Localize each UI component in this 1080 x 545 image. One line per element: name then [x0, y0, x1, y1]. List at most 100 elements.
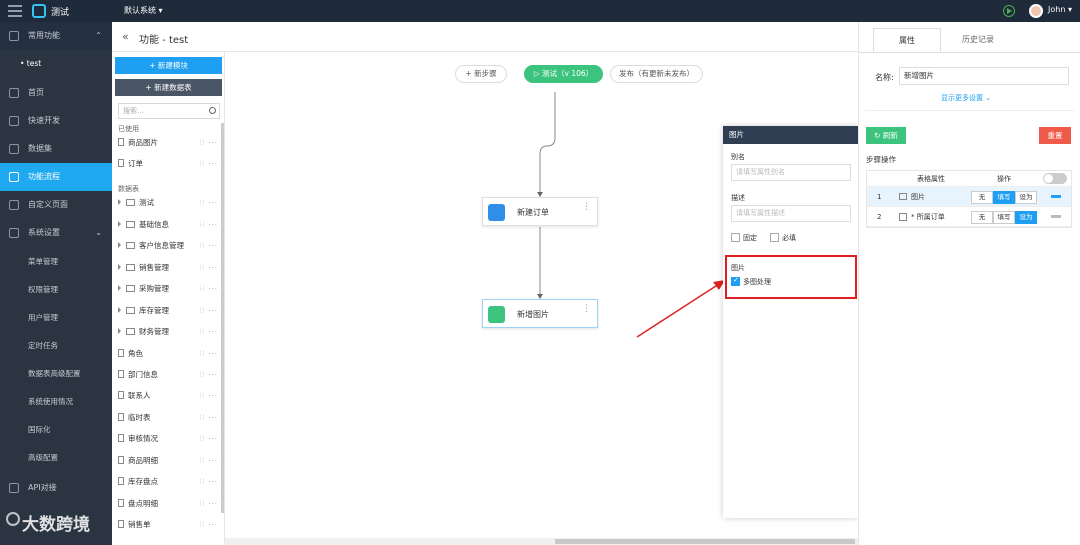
folder-item[interactable]: 采购管理 ⫶⫶ ···: [118, 280, 218, 298]
list-item-label: 商品图片: [128, 138, 158, 147]
list-item[interactable]: 临时表 ⫶⫶ ···: [118, 409, 218, 427]
folder-item[interactable]: 客户信息管理 ⫶⫶ ···: [118, 237, 218, 255]
sidebar-item-dataset[interactable]: 数据集: [0, 135, 112, 163]
file-icon: [118, 520, 124, 528]
folder-label: 客户信息管理: [139, 241, 184, 250]
user-menu[interactable]: John ▾: [1048, 5, 1072, 14]
item-actions[interactable]: ⫶⫶ ···: [200, 409, 218, 427]
play-icon[interactable]: [1003, 5, 1015, 17]
item-actions[interactable]: ⫶⫶ ···: [200, 302, 218, 320]
reset-button[interactable]: 重置: [1039, 127, 1071, 144]
drag-handle-icon[interactable]: [1051, 195, 1061, 198]
list-item[interactable]: 销售单 ⫶⫶ ···: [118, 516, 218, 534]
list-item[interactable]: 商品明细 ⫶⫶ ···: [118, 452, 218, 470]
panel-scrollbar[interactable]: [221, 123, 224, 513]
search-input[interactable]: 搜索...: [118, 103, 220, 119]
op-set[interactable]: 设为: [1015, 211, 1037, 224]
op-fill[interactable]: 填写: [993, 211, 1015, 224]
list-item[interactable]: 商品图片 ⫶⫶ ···: [118, 134, 218, 152]
sidebar-sub-i18n[interactable]: 国际化: [0, 416, 112, 444]
op-none[interactable]: 无: [971, 211, 993, 224]
item-actions[interactable]: ⫶⫶ ···: [200, 237, 218, 255]
folder-item[interactable]: 测试 ⫶⫶ ···: [118, 194, 218, 212]
sidebar-sub-usage[interactable]: 系统使用情况: [0, 388, 112, 416]
back-button[interactable]: «: [122, 30, 129, 43]
item-actions[interactable]: ⫶⫶ ···: [200, 366, 218, 384]
item-actions[interactable]: ⫶⫶ ···: [200, 134, 218, 152]
step-toggle[interactable]: [1043, 173, 1067, 184]
item-actions[interactable]: ⫶⫶ ···: [200, 495, 218, 513]
list-item[interactable]: 角色 ⫶⫶ ···: [118, 345, 218, 363]
list-item[interactable]: 部门信息 ⫶⫶ ···: [118, 366, 218, 384]
sidebar-sub-table-config[interactable]: 数据表高级配置: [0, 360, 112, 388]
menu-toggle-icon[interactable]: [8, 5, 22, 17]
popover-title: 图片: [723, 126, 858, 144]
list-item[interactable]: 盘点明细 ⫶⫶ ···: [118, 495, 218, 513]
sidebar-item-quick-dev[interactable]: 快速开发: [0, 107, 112, 135]
item-actions[interactable]: ⫶⫶ ···: [200, 452, 218, 470]
sidebar-item-test[interactable]: • test: [0, 50, 112, 78]
show-more-link[interactable]: 显示更多设置 ⌄: [941, 93, 991, 103]
op-set[interactable]: 设为: [1015, 191, 1037, 204]
tab-properties[interactable]: 属性: [873, 28, 941, 52]
file-icon: [118, 370, 124, 378]
sidebar-item-custom-page[interactable]: 自定义页面: [0, 191, 112, 219]
sidebar-sub-permission[interactable]: 权限管理: [0, 276, 112, 304]
sidebar-item-home[interactable]: 首页: [0, 79, 112, 107]
fixed-checkbox[interactable]: [731, 233, 740, 242]
item-actions[interactable]: ⫶⫶ ···: [200, 345, 218, 363]
sidebar-item-api[interactable]: API对接: [0, 474, 112, 502]
file-icon: [118, 499, 124, 507]
new-module-button[interactable]: + 新建模块: [115, 57, 222, 74]
item-actions[interactable]: ⫶⫶ ···: [200, 216, 218, 234]
tab-history[interactable]: 历史记录: [943, 28, 1013, 52]
sidebar-item-workflow[interactable]: 功能流程: [0, 163, 112, 191]
item-actions[interactable]: ⫶⫶ ···: [200, 194, 218, 212]
list-item[interactable]: 订单 ⫶⫶ ···: [118, 155, 218, 173]
desc-input[interactable]: 请填写属性描述: [731, 205, 851, 222]
list-item[interactable]: 联系人 ⫶⫶ ···: [118, 387, 218, 405]
op-none[interactable]: 无: [971, 191, 993, 204]
folder-icon: [126, 264, 135, 271]
item-actions[interactable]: ⫶⫶ ···: [200, 155, 218, 173]
sidebar-item-settings[interactable]: 系统设置 ⌄: [0, 219, 112, 247]
sidebar-group-label: 常用功能: [28, 31, 60, 40]
canvas-hscrollbar[interactable]: [225, 538, 858, 545]
system-selector[interactable]: 默认系统 ▾: [124, 5, 163, 16]
sidebar: 常用功能 ⌃ • test 首页 快速开发 数据集 功能流程 自定义页面 系统设…: [0, 22, 112, 545]
item-actions[interactable]: ⫶⫶ ···: [200, 259, 218, 277]
refresh-button[interactable]: ↻ 刷新: [866, 127, 906, 144]
sidebar-item-label: 自定义页面: [28, 200, 68, 209]
alias-input[interactable]: 请填写属性别名: [731, 164, 851, 181]
sidebar-group-favorites[interactable]: 常用功能 ⌃: [0, 22, 112, 50]
item-actions[interactable]: ⫶⫶ ···: [200, 516, 218, 534]
list-item[interactable]: 审核情况 ⫶⫶ ···: [118, 430, 218, 448]
folder-item[interactable]: 销售管理 ⫶⫶ ···: [118, 259, 218, 277]
sidebar-sub-advanced[interactable]: 高级配置: [0, 444, 112, 472]
sidebar-sub-scheduled[interactable]: 定时任务: [0, 332, 112, 360]
file-icon: [118, 477, 124, 485]
list-item[interactable]: 库存盘点 ⫶⫶ ···: [118, 473, 218, 491]
folder-item[interactable]: 库存管理 ⫶⫶ ···: [118, 302, 218, 320]
folder-item[interactable]: 基础信息 ⫶⫶ ···: [118, 216, 218, 234]
op-fill[interactable]: 填写: [993, 191, 1015, 204]
table-row[interactable]: 2 * 所属订单 无 填写 设为: [867, 207, 1071, 227]
item-actions[interactable]: ⫶⫶ ···: [200, 387, 218, 405]
item-actions[interactable]: ⫶⫶ ···: [200, 430, 218, 448]
name-input[interactable]: 新增图片: [899, 67, 1069, 85]
sidebar-sub-users[interactable]: 用户管理: [0, 304, 112, 332]
item-actions[interactable]: ⫶⫶ ···: [200, 473, 218, 491]
sidebar-sub-menu[interactable]: 菜单管理: [0, 248, 112, 276]
attribute-popover: 图片 别名 请填写属性别名 描述 请填写属性描述 固定 必填 图片 多图处理: [723, 126, 858, 518]
list-item-label: 临时表: [128, 413, 151, 422]
new-table-button[interactable]: + 新建数据表: [115, 79, 222, 96]
avatar[interactable]: [1029, 4, 1043, 18]
item-actions[interactable]: ⫶⫶ ···: [200, 323, 218, 341]
drag-handle-icon[interactable]: [1051, 215, 1061, 218]
item-actions[interactable]: ⫶⫶ ···: [200, 280, 218, 298]
list-item-label: 库存盘点: [128, 477, 158, 486]
table-row[interactable]: 1 图片 无 填写 设为: [867, 187, 1071, 207]
folder-item[interactable]: 财务管理 ⫶⫶ ···: [118, 323, 218, 341]
search-icon[interactable]: [209, 107, 216, 114]
required-checkbox[interactable]: [770, 233, 779, 242]
